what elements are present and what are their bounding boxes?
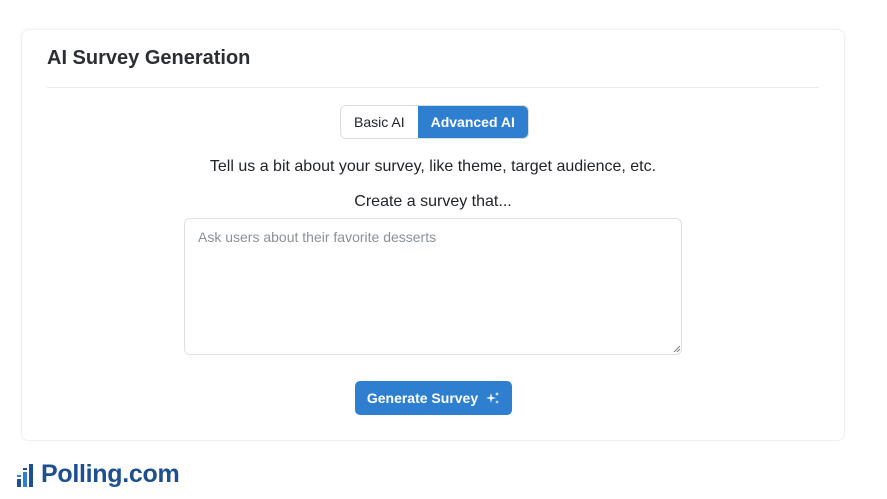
generate-survey-label: Generate Survey xyxy=(366,390,479,406)
card-title: AI Survey Generation xyxy=(47,47,251,69)
survey-prompt-textarea[interactable] xyxy=(184,218,682,355)
bar-chart-logo-icon xyxy=(17,463,33,487)
basic-ai-option[interactable]: Basic AI xyxy=(341,106,418,138)
generate-survey-button[interactable]: Generate Survey xyxy=(355,381,512,415)
ai-mode-toggle: Basic AI Advanced AI xyxy=(340,105,529,139)
brand-logo: Polling.com xyxy=(16,460,180,489)
brand-name: Polling.com xyxy=(41,460,180,488)
survey-generation-card: AI Survey Generation Basic AI Advanced A… xyxy=(21,29,845,441)
sparkle-icon xyxy=(486,391,500,405)
advanced-ai-option[interactable]: Advanced AI xyxy=(417,106,528,138)
resize-handle-icon[interactable] xyxy=(673,345,681,353)
prompt-label: Create a survey that... xyxy=(354,193,512,210)
title-divider xyxy=(47,87,819,88)
instruction-text: Tell us a bit about your survey, like th… xyxy=(209,158,657,175)
